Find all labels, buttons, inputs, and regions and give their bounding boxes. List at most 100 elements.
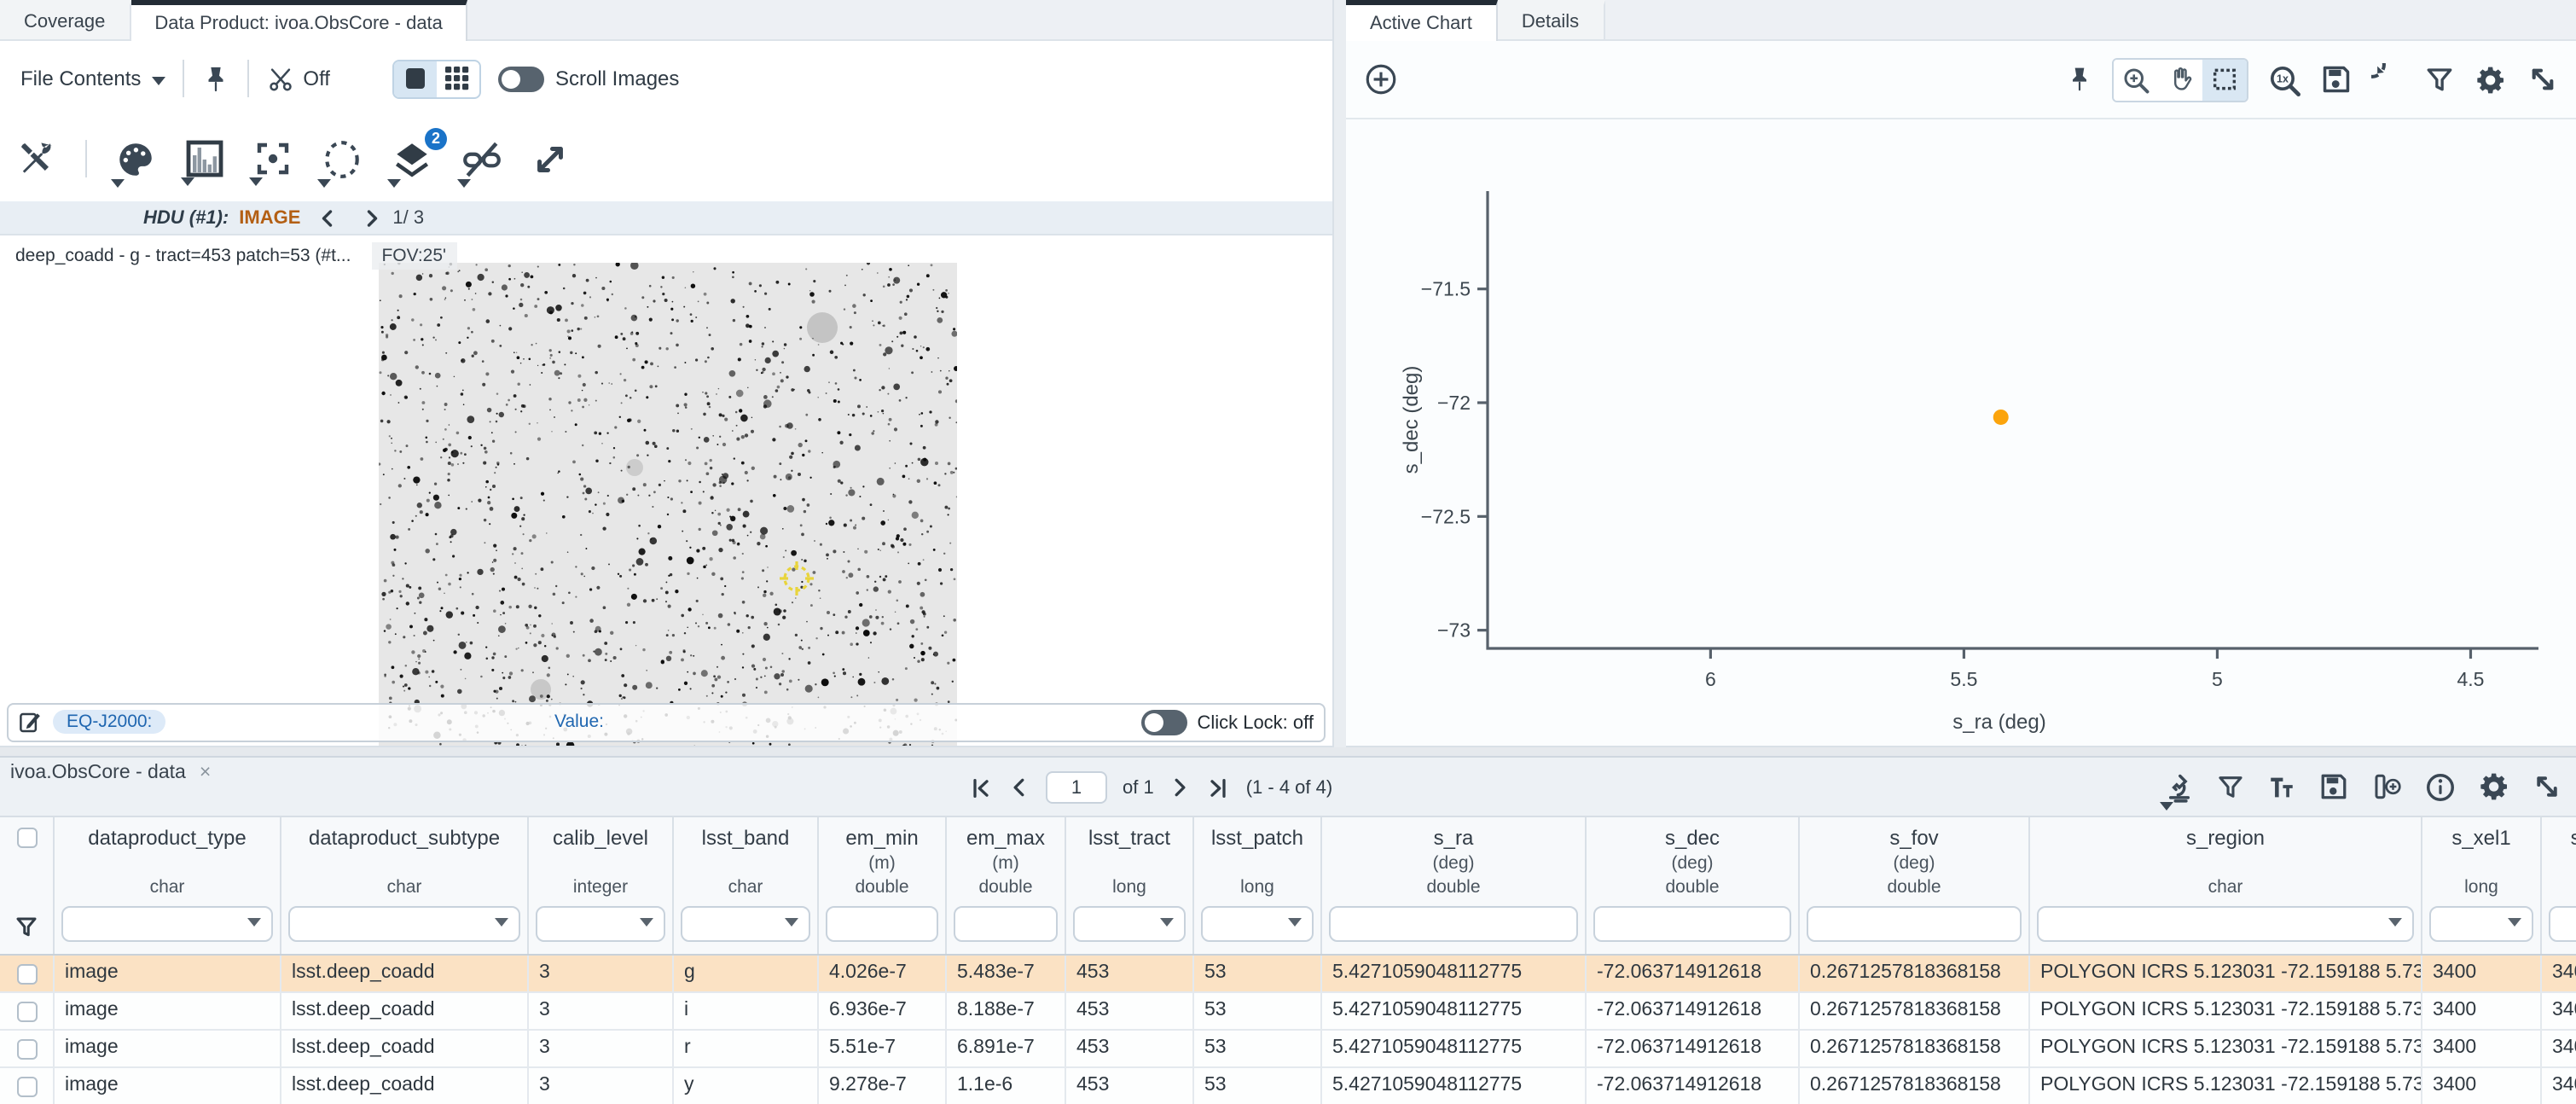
filter-input-em_min[interactable] [826,906,938,942]
tools-icon[interactable] [17,138,58,179]
grid-view-button[interactable] [436,61,479,96]
header-cell-calib_level[interactable]: calib_levelinteger [529,817,674,954]
expand-icon[interactable] [531,139,570,178]
click-lock-toggle[interactable] [1140,710,1186,735]
prev-page-icon[interactable] [1008,776,1030,799]
table-row[interactable]: imagelsst.deep_coadd3r5.51e-76.891e-7453… [0,1031,2576,1068]
histogram-stretch-icon[interactable] [184,138,225,179]
header-cell-s_ra[interactable]: s_ra(deg)double [1322,817,1587,954]
restore-chart-icon[interactable] [2371,62,2405,96]
column-type: long [1112,877,1146,903]
filter-input-em_max[interactable] [954,906,1058,942]
row-checkbox-cell [0,993,55,1029]
row-checkbox[interactable] [16,963,37,984]
first-page-icon[interactable] [969,776,993,799]
table-row[interactable]: imagelsst.deep_coadd3y9.278e-71.1e-64535… [0,1068,2576,1104]
pin-chart-icon[interactable] [2066,65,2093,94]
save-table-icon[interactable] [2318,771,2349,802]
scroll-images-toggle[interactable] [497,66,543,91]
pin-icon[interactable] [200,64,229,93]
table-row[interactable]: imagelsst.deep_coadd3g4.026e-75.483e-745… [0,956,2576,993]
horizontal-splitter[interactable] [0,747,2576,756]
filter-input-s_fov[interactable] [1807,906,2022,942]
header-cell-dataproduct_type[interactable]: dataproduct_typechar [55,817,281,954]
close-table-icon[interactable]: × [200,763,211,783]
header-cell-em_min[interactable]: em_min(m)double [819,817,947,954]
expand-chart-icon[interactable] [2527,63,2559,96]
fits-image-viewport[interactable]: deep_coadd - g - tract=453 patch=53 (#t.… [0,235,1332,746]
tab-coverage[interactable]: Coverage [0,0,131,39]
filter-input-s_dec[interactable] [1593,906,1791,942]
header-cell-s_dec[interactable]: s_dec(deg)double [1587,817,1800,954]
select-region-icon[interactable] [321,137,363,180]
table-panel: ivoa.ObsCore - data × of 1 (1 - 4 of [0,756,2576,1104]
analyze-microscope-icon[interactable] [2163,770,2196,803]
row-checkbox[interactable] [16,1076,37,1096]
zoom-in-mode-button[interactable] [2114,59,2158,100]
filter-select-dataproduct_subtype[interactable] [288,906,520,942]
row-checkbox-cell [0,1031,55,1066]
filter-row-icon[interactable] [14,915,39,940]
tab-active-chart[interactable]: Active Chart [1346,0,1498,41]
save-chart-icon[interactable] [2320,63,2353,96]
unlink-icon[interactable] [461,137,503,180]
chevron-down-icon [495,918,508,927]
filter-select-dataproduct_type[interactable] [61,906,273,942]
row-checkbox[interactable] [16,1001,37,1021]
header-cell-s_xe[interactable]: s_xelon [2542,817,2576,954]
column-name: s_ra [1434,826,1474,853]
header-cell-s_region[interactable]: s_regionchar [2030,817,2422,954]
header-cell-lsst_patch[interactable]: lsst_patchlong [1194,817,1322,954]
last-page-icon[interactable] [1207,776,1231,799]
expand-table-icon[interactable] [2532,771,2562,802]
pan-mode-button[interactable] [2158,59,2202,100]
filter-table-icon[interactable] [2216,772,2245,801]
add-chart-icon[interactable] [1363,61,1399,97]
filter-input-s_xe[interactable] [2549,906,2576,942]
prev-hdu-icon[interactable] [317,206,338,230]
scatter-chart[interactable]: −71.5−72−72.5−7365.554.5s_ra (deg)s_dec … [1346,119,2576,747]
row-checkbox[interactable] [16,1038,37,1059]
header-cell-lsst_tract[interactable]: lsst_tractlong [1066,817,1194,954]
column-type: double [1426,877,1480,903]
next-hdu-icon[interactable] [362,206,382,230]
header-cell-s_fov[interactable]: s_fov(deg)double [1800,817,2030,954]
header-cell-dataproduct_subtype[interactable]: dataproduct_subtypechar [281,817,529,954]
tab-details[interactable]: Details [1498,0,1604,39]
filter-select-s_region[interactable] [2037,906,2414,942]
layers-icon[interactable]: 2 [391,137,433,180]
add-column-icon[interactable] [2370,771,2404,802]
filter-chart-icon[interactable] [2424,64,2455,95]
page-number-input[interactable] [1046,771,1107,804]
chart-canvas[interactable]: −71.5−72−72.5−7365.554.5s_ra (deg)s_dec … [1346,119,2576,747]
header-cell-s_xel1[interactable]: s_xel1long [2422,817,2542,954]
panel-splitter[interactable] [1334,0,1346,747]
table-row[interactable]: imagelsst.deep_coadd3i6.936e-78.188e-745… [0,993,2576,1031]
box-select-mode-button[interactable] [2202,59,2247,100]
single-view-button[interactable] [393,61,436,96]
header-cell-em_max[interactable]: em_max(m)double [947,817,1066,954]
file-contents-dropdown[interactable]: File Contents [20,67,165,90]
select-all-checkbox[interactable] [16,828,37,848]
top-area: Coverage Data Product: ivoa.ObsCore - da… [0,0,2576,747]
table-cell-s_dec: -72.063714912618 [1587,1031,1800,1066]
color-palette-icon[interactable] [114,137,157,180]
edit-coordinates-icon[interactable] [17,710,43,735]
chart-settings-gear-icon[interactable] [2474,62,2508,96]
tab-data-product[interactable]: Data Product: ivoa.ObsCore - data [131,0,468,41]
next-page-icon[interactable] [1169,776,1192,799]
crop-scissors-button[interactable]: Off [265,64,330,93]
zoom-original-icon[interactable]: 1x [2267,62,2301,96]
view-mode-toggle[interactable] [392,59,480,98]
header-cell-lsst_band[interactable]: lsst_bandchar [674,817,819,954]
row-range-label: (1 - 4 of 4) [1246,777,1333,798]
text-view-icon[interactable] [2266,772,2298,801]
recenter-icon[interactable] [252,138,293,179]
table-cell-lsst_patch: 53 [1194,993,1322,1029]
table-tab[interactable]: ivoa.ObsCore - data × [10,763,211,783]
star-field-image[interactable] [379,263,957,746]
filter-input-s_ra[interactable] [1329,906,1578,942]
table-cell-s_ra: 5.4271059048112775 [1322,956,1587,991]
table-settings-gear-icon[interactable] [2477,770,2511,804]
table-info-icon[interactable] [2424,770,2457,803]
